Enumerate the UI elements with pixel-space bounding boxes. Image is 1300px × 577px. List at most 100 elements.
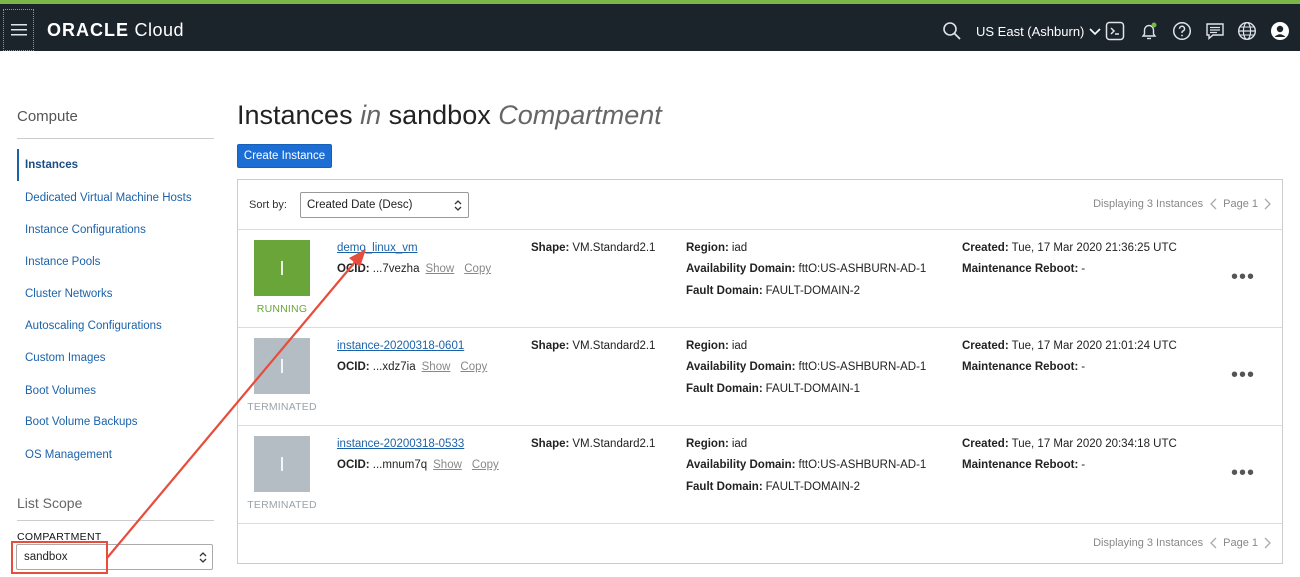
more-actions-icon[interactable]: ••• bbox=[1231, 267, 1255, 287]
logo-product: Cloud bbox=[134, 20, 185, 40]
fd-label: Fault Domain: bbox=[686, 481, 763, 493]
sort-bar: Sort by: Created Date (Desc) Displaying … bbox=[238, 180, 1282, 230]
status-badge: TERMINATED bbox=[247, 499, 317, 511]
region-value: iad bbox=[731, 242, 748, 254]
sidebar-item-instances[interactable]: Instances bbox=[17, 149, 78, 181]
title-compartment: sandbox bbox=[388, 100, 491, 130]
user-icon bbox=[1271, 22, 1289, 40]
ocid-show-link[interactable]: Show bbox=[433, 459, 462, 471]
created-field: Created: Tue, 17 Mar 2020 21:36:25 UTC bbox=[962, 242, 1177, 254]
shape-field: Shape: VM.Standard2.1 bbox=[531, 438, 655, 450]
region-field: Region: iad bbox=[686, 340, 747, 352]
pager-page: Page 1 bbox=[1223, 537, 1258, 549]
ad-label: Availability Domain: bbox=[686, 459, 796, 471]
oracle-cloud-logo[interactable]: ORACLE Cloud bbox=[47, 20, 184, 41]
sidebar-title: Compute bbox=[17, 108, 78, 125]
instance-name-link[interactable]: instance-20200318-0601 bbox=[337, 340, 464, 352]
more-actions-icon[interactable]: ••• bbox=[1231, 365, 1255, 385]
region-selector[interactable]: US East (Ashburn) bbox=[976, 24, 1101, 39]
more-actions-icon[interactable]: ••• bbox=[1231, 463, 1255, 483]
sort-select[interactable]: Created Date (Desc) bbox=[300, 192, 469, 218]
created-value: Tue, 17 Mar 2020 21:01:24 UTC bbox=[1011, 340, 1177, 352]
menu-button[interactable] bbox=[3, 9, 34, 51]
bell-icon bbox=[1141, 22, 1157, 40]
ocid-show-link[interactable]: Show bbox=[422, 361, 451, 373]
ad-label: Availability Domain: bbox=[686, 361, 796, 373]
maintenance-value: - bbox=[1081, 263, 1086, 275]
ocid-copy-link[interactable]: Copy bbox=[464, 263, 491, 275]
ocid-value: ...mnum7q bbox=[372, 459, 428, 471]
pager-count: Displaying 3 Instances bbox=[1093, 537, 1204, 549]
fd-value: FAULT-DOMAIN-1 bbox=[765, 383, 861, 395]
feedback-button[interactable] bbox=[1204, 20, 1226, 42]
shape-label: Shape: bbox=[531, 242, 570, 254]
maintenance-value: - bbox=[1081, 459, 1086, 471]
created-label: Created: bbox=[962, 242, 1009, 254]
instance-name-link[interactable]: demo_linux_vm bbox=[337, 242, 418, 254]
ocid-field: OCID: ...mnum7q Show Copy bbox=[337, 459, 499, 471]
sort-value: Created Date (Desc) bbox=[307, 199, 413, 211]
table-row: TERMINATED instance-20200318-0601 OCID: … bbox=[238, 328, 1282, 426]
help-icon bbox=[1172, 21, 1192, 41]
fd-label: Fault Domain: bbox=[686, 383, 763, 395]
shape-value: VM.Standard2.1 bbox=[572, 340, 656, 352]
chevron-right-icon[interactable] bbox=[1264, 537, 1272, 549]
fd-field: Fault Domain: FAULT-DOMAIN-1 bbox=[686, 383, 860, 395]
status-badge: TERMINATED bbox=[247, 401, 317, 413]
ad-field: Availability Domain: fttO:US-ASHBURN-AD-1 bbox=[686, 459, 926, 471]
sidebar-item-instance-configurations[interactable]: Instance Configurations bbox=[17, 221, 146, 239]
created-value: Tue, 17 Mar 2020 21:36:25 UTC bbox=[1011, 242, 1177, 254]
scope-divider bbox=[17, 520, 214, 521]
instances-table: Sort by: Created Date (Desc) Displaying … bbox=[237, 179, 1283, 564]
maintenance-field: Maintenance Reboot: - bbox=[962, 263, 1085, 275]
search-icon bbox=[943, 22, 961, 40]
cloud-shell-icon bbox=[1105, 21, 1125, 41]
notifications-button[interactable] bbox=[1138, 20, 1160, 42]
chevron-left-icon[interactable] bbox=[1209, 537, 1217, 549]
shape-value: VM.Standard2.1 bbox=[572, 438, 656, 450]
ocid-copy-link[interactable]: Copy bbox=[460, 361, 487, 373]
sidebar-item-boot-volumes[interactable]: Boot Volumes bbox=[17, 382, 96, 400]
ocid-field: OCID: ...xdz7ia Show Copy bbox=[337, 361, 487, 373]
created-field: Created: Tue, 17 Mar 2020 20:34:18 UTC bbox=[962, 438, 1177, 450]
region-label: Region: bbox=[686, 340, 729, 352]
instance-name-link[interactable]: instance-20200318-0533 bbox=[337, 438, 464, 450]
chevron-right-icon[interactable] bbox=[1264, 198, 1272, 210]
pager-bottom: Displaying 3 Instances Page 1 bbox=[1093, 537, 1272, 549]
sort-label: Sort by: bbox=[249, 199, 287, 211]
page-title: Instances in sandbox Compartment bbox=[237, 100, 662, 131]
sidebar-item-custom-images[interactable]: Custom Images bbox=[17, 349, 106, 367]
chevron-left-icon[interactable] bbox=[1209, 198, 1217, 210]
search-button[interactable] bbox=[941, 20, 963, 42]
sidebar-item-instance-pools[interactable]: Instance Pools bbox=[17, 253, 100, 271]
region-field: Region: iad bbox=[686, 242, 747, 254]
fd-value: FAULT-DOMAIN-2 bbox=[765, 285, 861, 297]
profile-button[interactable] bbox=[1269, 20, 1291, 42]
sidebar-item-dedicated-vm-hosts[interactable]: Dedicated Virtual Machine Hosts bbox=[17, 189, 192, 207]
maintenance-label: Maintenance Reboot: bbox=[962, 459, 1079, 471]
status-badge: RUNNING bbox=[256, 303, 308, 315]
shape-value: VM.Standard2.1 bbox=[572, 242, 656, 254]
region-field: Region: iad bbox=[686, 438, 747, 450]
ocid-show-link[interactable]: Show bbox=[425, 263, 454, 275]
fd-value: FAULT-DOMAIN-2 bbox=[765, 481, 861, 493]
cloud-shell-button[interactable] bbox=[1104, 20, 1126, 42]
sidebar-item-autoscaling-configurations[interactable]: Autoscaling Configurations bbox=[17, 317, 162, 335]
created-label: Created: bbox=[962, 340, 1009, 352]
instance-status-icon bbox=[254, 338, 310, 394]
title-in: in bbox=[360, 100, 382, 130]
shape-label: Shape: bbox=[531, 340, 570, 352]
ad-field: Availability Domain: fttO:US-ASHBURN-AD-1 bbox=[686, 263, 926, 275]
chevron-down-icon bbox=[1089, 27, 1101, 35]
ad-value: fttO:US-ASHBURN-AD-1 bbox=[798, 459, 927, 471]
globe-icon bbox=[1237, 21, 1257, 41]
sidebar-item-os-management[interactable]: OS Management bbox=[17, 446, 112, 464]
sidebar-item-boot-volume-backups[interactable]: Boot Volume Backups bbox=[17, 413, 138, 431]
create-instance-button[interactable]: Create Instance bbox=[237, 144, 332, 168]
region-label: Region: bbox=[686, 242, 729, 254]
language-button[interactable] bbox=[1236, 20, 1258, 42]
ocid-copy-link[interactable]: Copy bbox=[472, 459, 499, 471]
ad-field: Availability Domain: fttO:US-ASHBURN-AD-1 bbox=[686, 361, 926, 373]
sidebar-item-cluster-networks[interactable]: Cluster Networks bbox=[17, 285, 113, 303]
help-button[interactable] bbox=[1171, 20, 1193, 42]
